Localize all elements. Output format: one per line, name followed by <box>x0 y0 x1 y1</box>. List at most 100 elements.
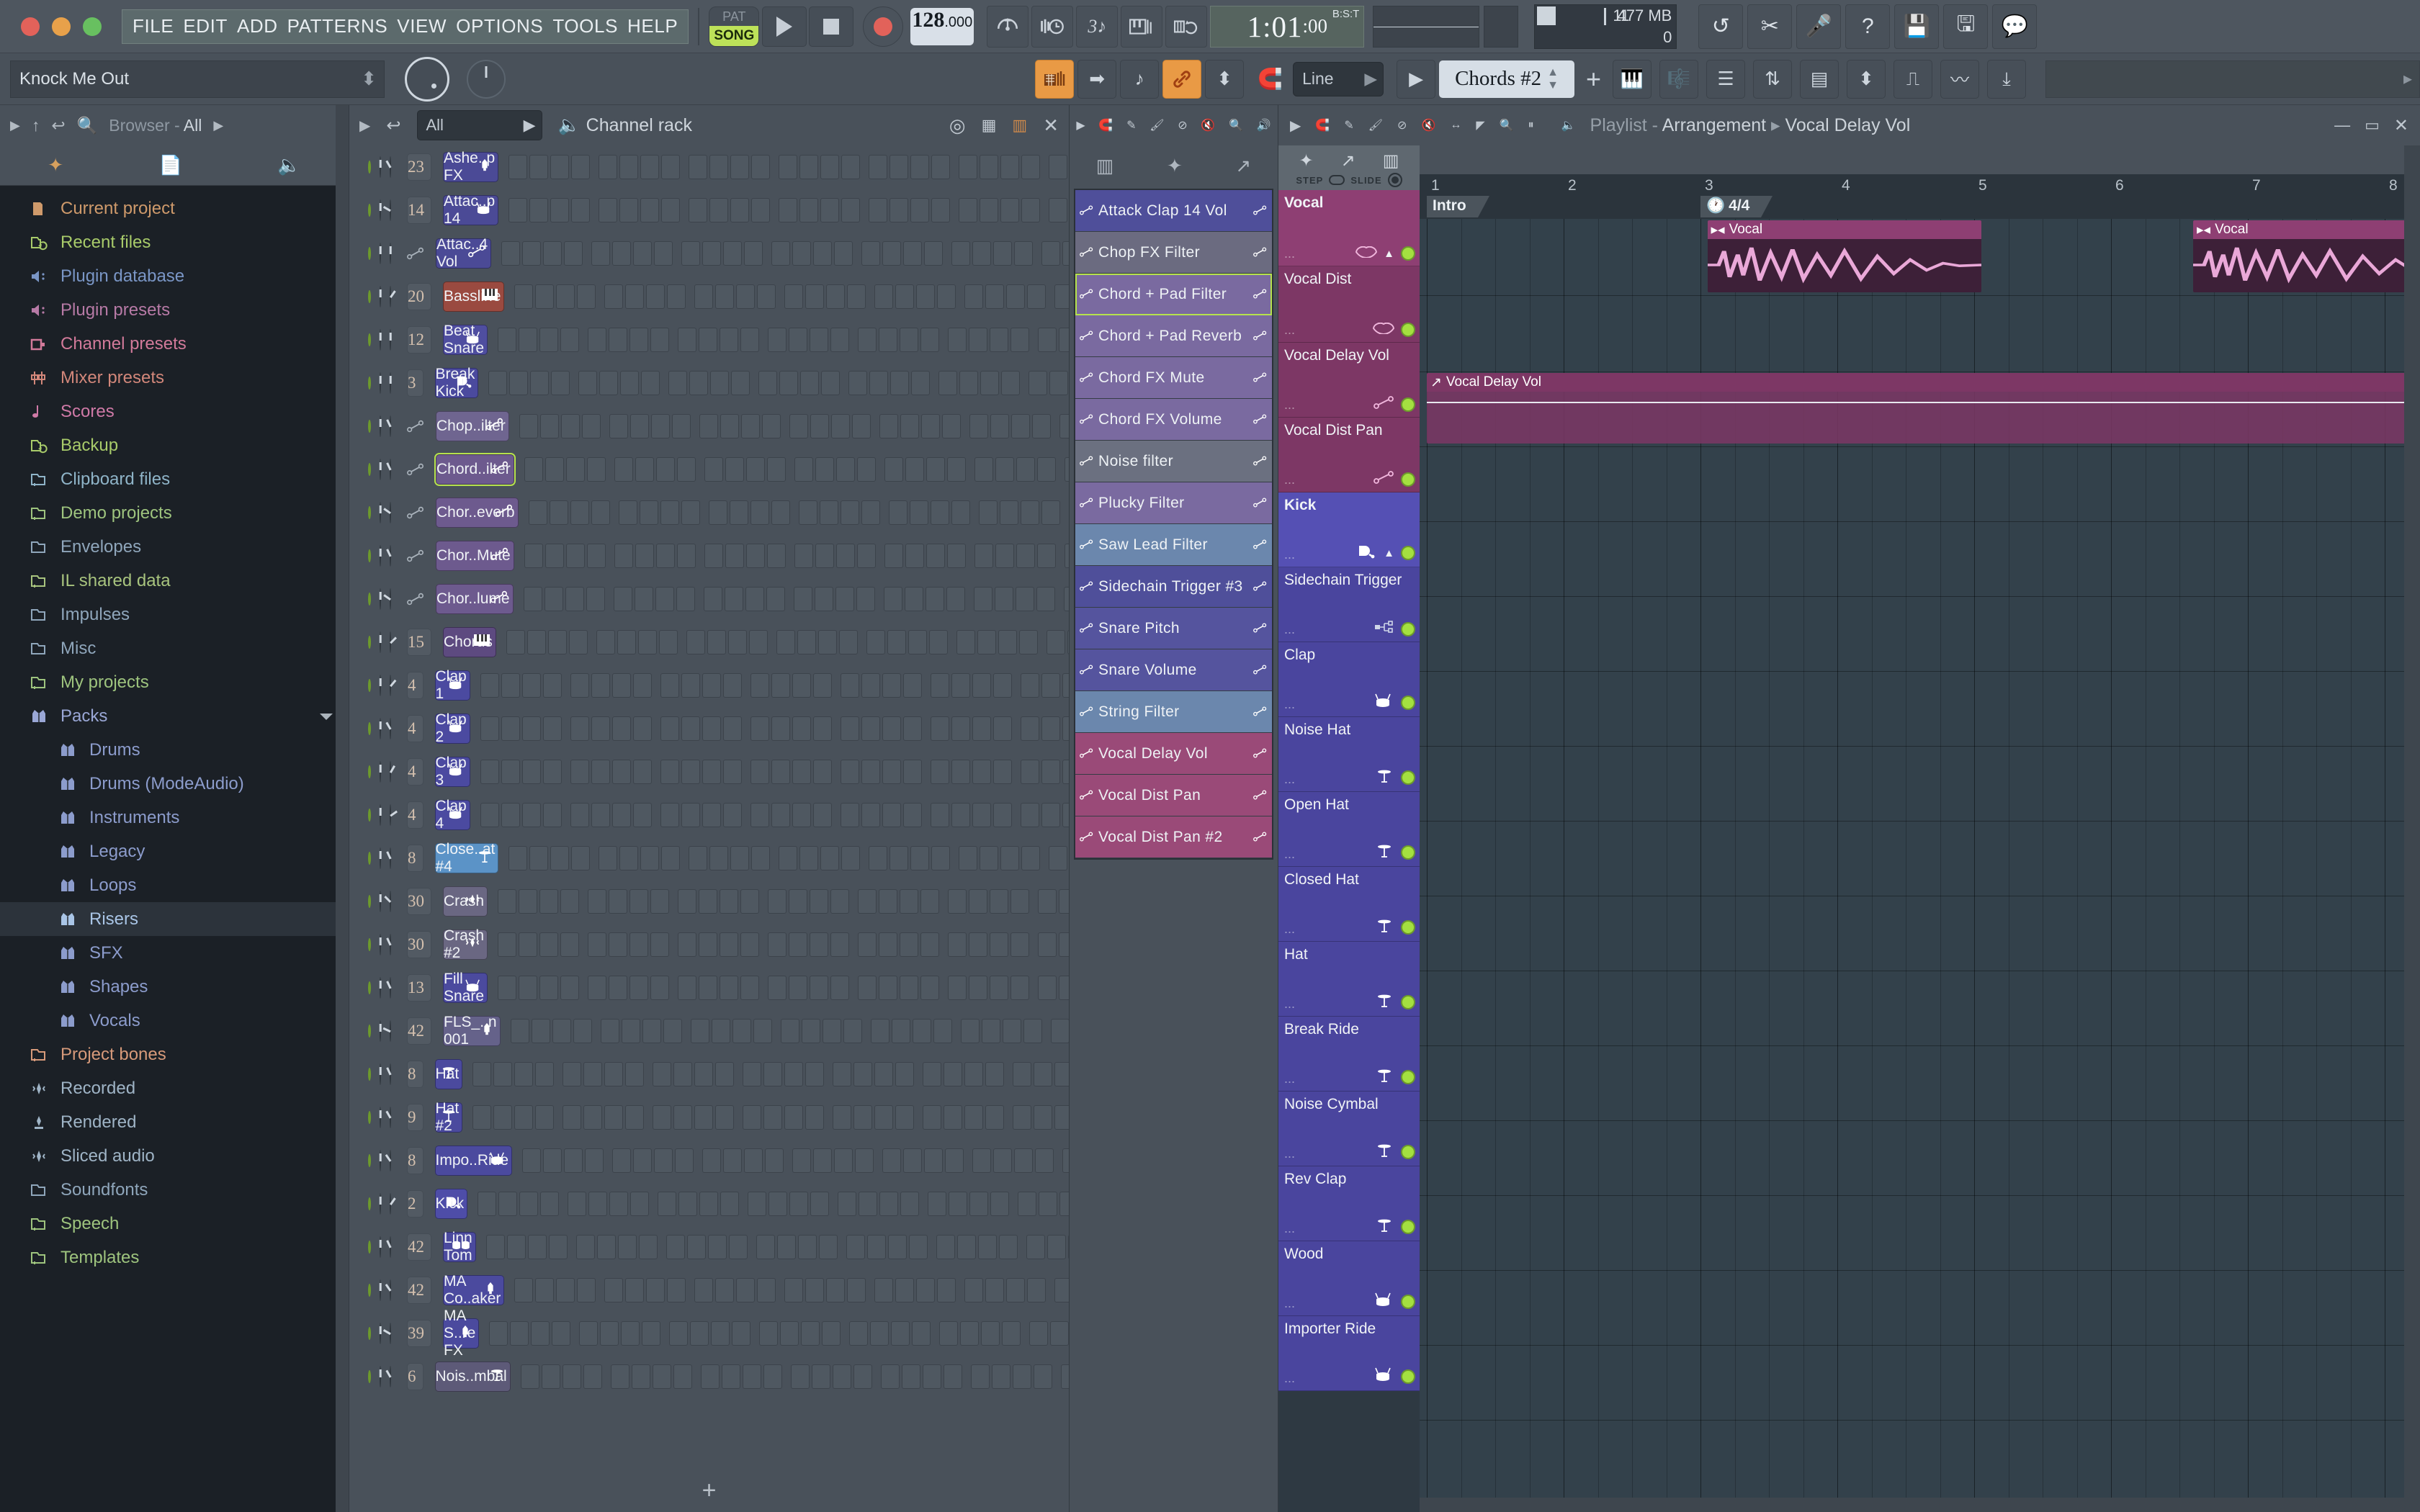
automation-clip-item[interactable]: Vocal Dist Pan #2 <box>1075 816 1272 858</box>
step-button[interactable] <box>678 328 697 352</box>
step-button[interactable] <box>588 932 607 957</box>
step-button[interactable] <box>800 371 820 395</box>
step-group[interactable] <box>1054 1278 1069 1302</box>
step-button[interactable] <box>588 889 607 914</box>
step-button[interactable] <box>771 500 790 525</box>
step-button[interactable] <box>771 716 790 741</box>
step-button[interactable] <box>612 241 632 266</box>
step-button[interactable] <box>789 414 808 438</box>
step-button[interactable] <box>671 414 691 438</box>
step-button[interactable] <box>542 803 562 827</box>
channel-volume-knob[interactable] <box>380 372 381 394</box>
step-button[interactable] <box>980 371 1000 395</box>
step-button[interactable] <box>699 889 718 914</box>
step-button[interactable] <box>853 1062 873 1086</box>
step-button[interactable] <box>1034 1062 1053 1086</box>
step-button[interactable] <box>702 803 721 827</box>
playlist-close-icon[interactable]: ✕ <box>2394 115 2408 136</box>
browser-item-instruments[interactable]: Instruments <box>0 801 349 834</box>
step-button[interactable] <box>943 1364 962 1389</box>
step-button[interactable] <box>552 1321 571 1346</box>
step-button[interactable] <box>1062 760 1069 784</box>
step-button[interactable] <box>969 328 988 352</box>
step-button[interactable] <box>1059 932 1069 957</box>
step-button[interactable] <box>702 673 721 698</box>
step-button[interactable] <box>609 932 628 957</box>
playlist-track[interactable]: Closed Hat... <box>1278 867 1420 942</box>
track-controls[interactable]: ▲ <box>1355 245 1415 262</box>
step-button[interactable] <box>810 328 829 352</box>
step-button[interactable] <box>1041 673 1060 698</box>
menu-options[interactable]: OPTIONS <box>456 15 543 37</box>
step-button[interactable] <box>951 241 971 266</box>
channel-rack-button[interactable]: ⎍ <box>1894 59 1932 99</box>
browser-search-icon[interactable]: 🔍 <box>77 116 98 135</box>
step-button[interactable] <box>1013 1105 1032 1130</box>
automation-clip-item[interactable]: Chop FX Filter <box>1075 232 1272 274</box>
step-button[interactable] <box>951 673 970 698</box>
playlist-track[interactable]: Vocal Dist... <box>1278 266 1420 343</box>
step-button[interactable] <box>766 587 785 611</box>
step-sequencer[interactable] <box>480 803 1069 827</box>
track-header-column[interactable]: ✦ ↗ ▥ STEP SLIDE Vocal... ▲ Vocal Dist... V… <box>1278 145 1420 1512</box>
browser-back-icon[interactable]: ↩ <box>51 116 65 135</box>
step-button[interactable] <box>620 371 640 395</box>
step-button[interactable] <box>959 155 978 179</box>
vertical-scrollbar[interactable] <box>2404 145 2420 1512</box>
step-button[interactable] <box>869 198 888 222</box>
step-button[interactable] <box>1054 284 1069 309</box>
step-button[interactable] <box>805 1278 825 1302</box>
step-button[interactable] <box>1059 414 1069 438</box>
channel-enable-led[interactable] <box>368 161 371 174</box>
step-group[interactable] <box>951 241 1034 266</box>
step-button[interactable] <box>485 1235 505 1259</box>
step-group[interactable] <box>702 1148 784 1173</box>
channel-row[interactable]: 4 Clap 4 <box>349 793 1069 837</box>
automation-tab-icon[interactable]: ↗ <box>1235 155 1251 177</box>
step-button[interactable] <box>610 1364 629 1389</box>
step-button[interactable] <box>759 1321 779 1346</box>
step-button[interactable] <box>560 414 580 438</box>
step-button[interactable] <box>720 889 739 914</box>
step-button[interactable] <box>1038 889 1057 914</box>
step-button[interactable] <box>661 198 681 222</box>
step-button[interactable] <box>591 241 611 266</box>
step-button[interactable] <box>743 1062 762 1086</box>
channel-enable-led[interactable] <box>368 1370 371 1383</box>
step-button[interactable] <box>560 328 580 352</box>
step-group[interactable] <box>498 889 580 914</box>
step-button[interactable] <box>629 414 649 438</box>
step-button[interactable] <box>711 1019 730 1043</box>
channel-row[interactable]: Chor..Mute <box>349 534 1069 577</box>
step-button[interactable] <box>613 587 632 611</box>
step-group[interactable] <box>792 1148 874 1173</box>
step-button[interactable] <box>493 1105 513 1130</box>
track-menu-dots[interactable]: ... <box>1284 1146 1295 1161</box>
step-group[interactable] <box>653 1105 735 1130</box>
zoom-icon[interactable]: 🔍 <box>1500 118 1514 132</box>
step-button[interactable] <box>611 673 631 698</box>
time-display[interactable]: 1:01 :00 B:S:T <box>1210 5 1365 48</box>
step-button[interactable] <box>583 1364 602 1389</box>
step-button[interactable] <box>1063 587 1069 611</box>
step-button[interactable] <box>660 673 679 698</box>
step-button[interactable] <box>972 1148 992 1173</box>
step-button[interactable] <box>972 673 991 698</box>
step-button[interactable] <box>830 414 850 438</box>
step-button[interactable] <box>510 1019 529 1043</box>
browser-resize-handle[interactable] <box>336 105 349 1512</box>
pencil-icon[interactable]: ✎ <box>1126 118 1136 132</box>
step-button[interactable] <box>1020 500 1039 525</box>
step-button[interactable] <box>498 932 517 957</box>
step-button[interactable] <box>926 544 945 568</box>
step-button[interactable] <box>526 630 546 654</box>
track-enable-led[interactable] <box>1401 323 1415 337</box>
channel-name-button[interactable]: Hat <box>434 1059 463 1089</box>
step-button[interactable] <box>544 544 564 568</box>
file-tab-icon[interactable]: 📄 <box>159 154 182 176</box>
project-name-field[interactable]: Knock Me Out ⬍ <box>10 60 385 98</box>
channel-pan-knob[interactable] <box>390 891 391 912</box>
step-sequencer[interactable] <box>520 1364 1069 1389</box>
step-button[interactable] <box>869 846 888 870</box>
step-button[interactable] <box>740 414 760 438</box>
